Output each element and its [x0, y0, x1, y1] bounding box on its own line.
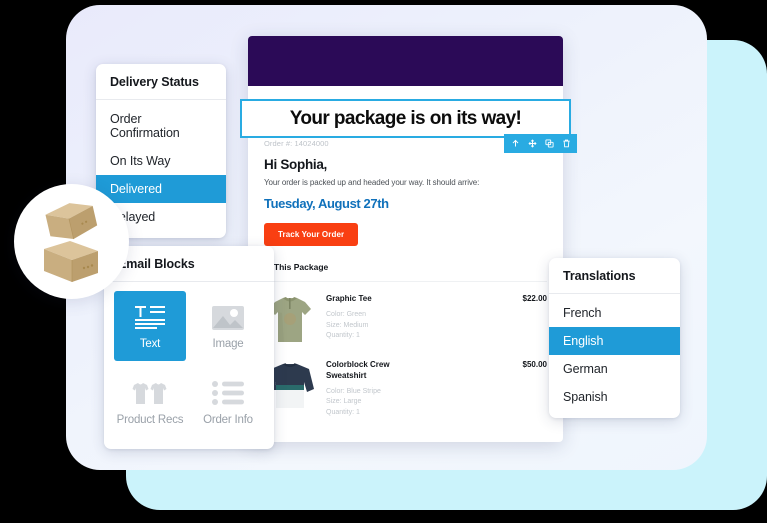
- product-quantity: Quantity: 1: [326, 332, 360, 340]
- product-quantity: Quantity: 1: [326, 409, 360, 417]
- product-row: Graphic Tee Color: Green Size: Medium Qu…: [248, 282, 563, 348]
- product-row: Colorblock Crew Sweatshirt Color: Blue S…: [248, 348, 563, 419]
- in-this-package-heading: In This Package: [264, 262, 547, 282]
- product-color: Color: Green: [326, 310, 367, 318]
- language-item-french[interactable]: French: [549, 299, 680, 327]
- status-item-on-its-way[interactable]: On Its Way: [96, 147, 226, 175]
- greeting-text: Hi Sophia,: [264, 157, 328, 172]
- block-tile-image[interactable]: Image: [192, 291, 264, 361]
- block-tile-text[interactable]: Text: [114, 291, 186, 361]
- headline-block[interactable]: Your package is on its way!: [240, 99, 571, 138]
- translations-panel: Translations French English German Spani…: [549, 258, 680, 418]
- product-name: Graphic Tee: [326, 294, 372, 303]
- status-item-delivered[interactable]: Delivered: [96, 175, 226, 203]
- order-info-icon: [211, 378, 245, 408]
- block-label: Order Info: [203, 414, 253, 426]
- language-item-english[interactable]: English: [549, 327, 680, 355]
- language-item-german[interactable]: German: [549, 355, 680, 383]
- block-toolbar: [504, 134, 577, 153]
- text-block-icon: [133, 302, 167, 332]
- block-label: Product Recs: [116, 414, 184, 426]
- product-color: Color: Blue Stripe: [326, 387, 381, 395]
- email-blocks-title: Email Blocks: [104, 246, 274, 282]
- product-size: Size: Large: [326, 398, 362, 406]
- block-tile-order-info[interactable]: Order Info: [192, 367, 264, 437]
- package-illustration-badge: [14, 184, 129, 299]
- drag-move-icon[interactable]: [524, 134, 540, 153]
- block-label: Image: [212, 338, 244, 350]
- arrival-date: Tuesday, August 27th: [264, 196, 389, 211]
- block-label: Text: [139, 338, 161, 350]
- product-price: $50.00: [522, 360, 547, 369]
- product-price: $22.00: [522, 294, 547, 303]
- subtext: Your order is packed up and headed your …: [264, 178, 480, 187]
- screenshot-stage: Order #: 14024000 Hi Sophia, Your order …: [0, 0, 767, 523]
- email-headline: Your package is on its way!: [289, 107, 522, 129]
- track-order-button[interactable]: Track Your Order: [264, 223, 359, 246]
- block-tile-product-recs[interactable]: Product Recs: [114, 367, 186, 437]
- trash-icon[interactable]: [558, 134, 574, 153]
- email-blocks-panel: Email Blocks Text Image Product Recs Ord…: [104, 246, 274, 449]
- delivery-status-title: Delivery Status: [96, 64, 226, 100]
- language-item-spanish[interactable]: Spanish: [549, 383, 680, 411]
- cardboard-boxes-illustration: [43, 202, 98, 282]
- product-name: Colorblock Crew Sweatshirt: [326, 360, 390, 380]
- email-preview: Order #: 14024000 Hi Sophia, Your order …: [248, 36, 563, 442]
- email-banner: [248, 36, 563, 86]
- product-recs-icon: [132, 378, 168, 408]
- move-up-icon[interactable]: [507, 134, 523, 153]
- status-item-order-confirmation[interactable]: Order Confirmation: [96, 105, 226, 147]
- translations-title: Translations: [549, 258, 680, 294]
- duplicate-icon[interactable]: [541, 134, 557, 153]
- image-block-icon: [211, 302, 245, 332]
- product-size: Size: Medium: [326, 321, 369, 329]
- email-blocks-grid: Text Image Product Recs Order Info: [104, 282, 274, 449]
